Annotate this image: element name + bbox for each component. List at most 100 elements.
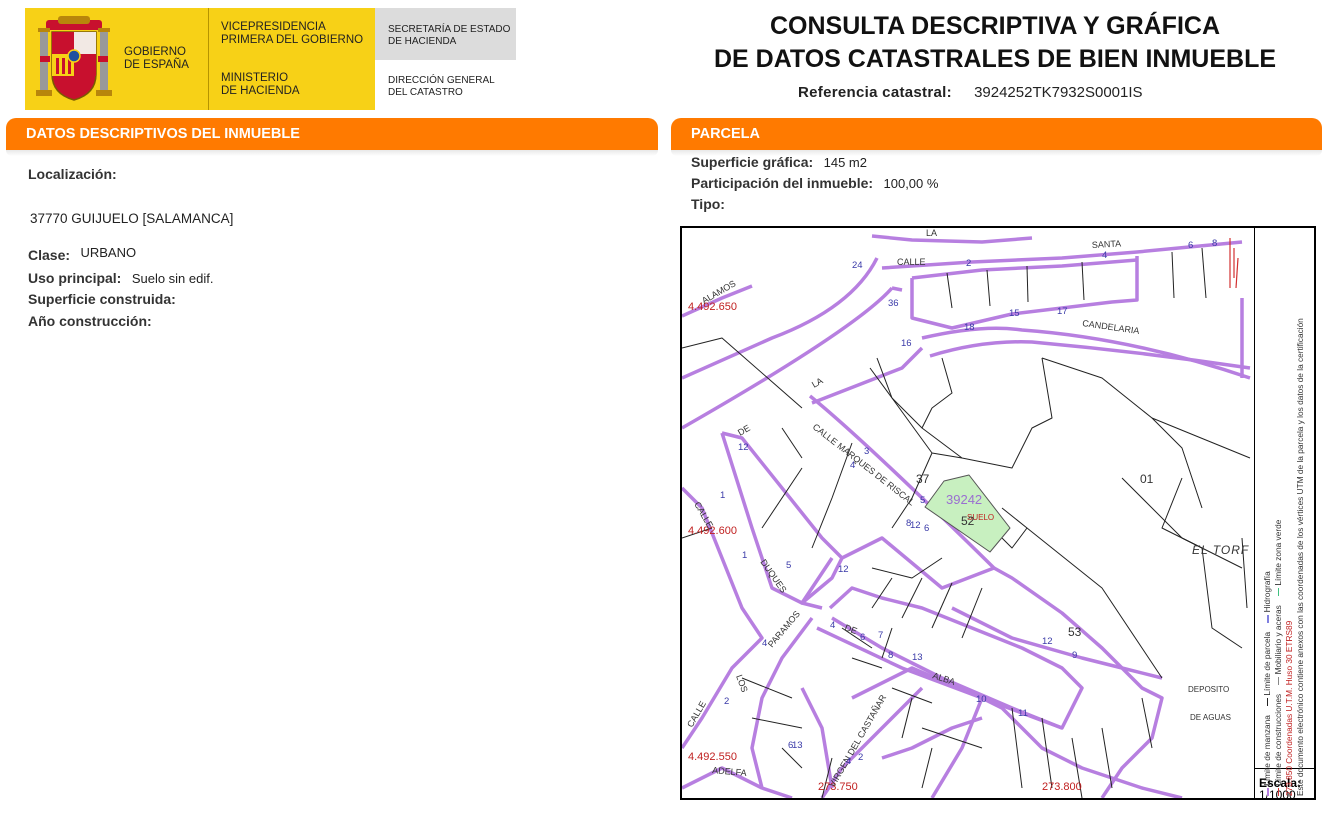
- house-number: 5: [786, 560, 791, 571]
- map-legend: Límite de manzana Límite de parcela Hidr…: [1262, 318, 1306, 796]
- uso-row: Uso principal: Suelo sin edif.: [28, 270, 213, 288]
- legend-disclaimer: Este documento electrónico contiene anex…: [1295, 318, 1305, 796]
- utm-x-2: 273.800: [1042, 781, 1082, 793]
- house-number: 8: [1212, 238, 1217, 249]
- vicepresidencia-line1: VICEPRESIDENCIA: [221, 21, 326, 33]
- house-number: 36: [888, 298, 899, 309]
- legend-hidrografia: Hidrografía: [1262, 571, 1272, 613]
- secretaria-line1: SECRETARÍA DE ESTADO: [388, 24, 511, 35]
- parcela-swatch: [1267, 697, 1269, 706]
- legend-coords: 273.850 Coordenadas U.T.M. Huso 30 ETRS8…: [1284, 620, 1294, 796]
- house-number: 12: [838, 564, 849, 575]
- house-number: 6: [924, 523, 929, 534]
- house-number: 1: [720, 490, 725, 501]
- house-number: 12: [910, 520, 921, 531]
- street-adelfa: ADELFA: [712, 765, 747, 778]
- vicepresidencia-label: VICEPRESIDENCIA PRIMERA DEL GOBIERNO: [221, 21, 363, 47]
- street-la-top: LA: [926, 228, 937, 238]
- house-number: 9: [1072, 650, 1077, 661]
- house-number: 13: [912, 652, 923, 663]
- block-number-52: 52: [961, 514, 975, 528]
- house-number: 12: [738, 442, 749, 453]
- street-marques-de-riscal: CALLE MARQUES DE RISCAL: [811, 422, 917, 508]
- zona-verde-swatch: [1278, 587, 1280, 596]
- clase-value: URBANO: [80, 245, 137, 260]
- house-number: 4: [846, 756, 851, 767]
- title-line1: CONSULTA DESCRIPTIVA Y GRÁFICA: [769, 12, 1221, 40]
- house-number: 10: [976, 694, 987, 705]
- parcel-ref-label: 39242: [946, 492, 982, 507]
- house-number: 13: [792, 740, 803, 751]
- house-number: 7: [878, 630, 883, 641]
- manzana-swatch: [1266, 788, 1269, 796]
- legend-limite-construcciones: Límite de construcciones: [1273, 693, 1283, 786]
- house-number: 2: [858, 752, 863, 763]
- block-number-53: 53: [1068, 625, 1082, 639]
- anio-label: Año construcción:: [28, 313, 152, 329]
- direccion-label: DIRECCIÓN GENERAL DEL CATASTRO: [388, 75, 495, 99]
- house-number: 8: [888, 650, 893, 661]
- cadastral-map-drawing[interactable]: 4.492.650 4.492.600 4.492.550 273.750 27…: [682, 228, 1254, 798]
- house-number: 3: [864, 446, 869, 457]
- house-number: 17: [1057, 306, 1068, 317]
- gobierno-label: GOBIERNO DE ESPAÑA: [124, 46, 189, 72]
- participacion-label: Participación del inmueble:: [691, 175, 874, 191]
- ministerio-label: MINISTERIO DE HACIENDA: [221, 72, 300, 98]
- street-candelaria: CANDELARIA: [1082, 318, 1140, 336]
- secretaria-label: SECRETARÍA DE ESTADO DE HACIENDA: [388, 24, 510, 48]
- house-number: 15: [1009, 308, 1020, 319]
- logo-divider: [208, 8, 209, 110]
- title-line2: DE DATOS CATASTRALES DE BIEN INMUEBLE: [713, 45, 1277, 73]
- house-number: 4: [1102, 250, 1107, 261]
- mobiliario-swatch: [1278, 676, 1280, 685]
- uso-value: Suelo sin edif.: [131, 271, 214, 286]
- house-number: 16: [901, 338, 912, 349]
- house-number: 24: [852, 260, 863, 271]
- utm-y-2: 4.492.600: [688, 525, 737, 537]
- uso-label: Uso principal:: [28, 270, 122, 286]
- participacion-row: Participación del inmueble: 100,00 %: [691, 175, 938, 193]
- legend-mobiliario: Mobiliario y aceras: [1273, 605, 1283, 675]
- house-number: 11: [1018, 708, 1028, 719]
- street-los: LOS: [734, 673, 750, 693]
- construcciones-swatch: [1278, 788, 1280, 796]
- legend-limite-manzana: Límite de manzana: [1262, 715, 1272, 786]
- house-number: 18: [964, 322, 975, 333]
- ministerio-line1: MINISTERIO: [221, 72, 289, 84]
- gobierno-line1: GOBIERNO: [124, 46, 186, 58]
- descriptivos-header: DATOS DESCRIPTIVOS DEL INMUEBLE: [6, 118, 658, 150]
- house-number: 1: [742, 550, 747, 561]
- secretaria-line2: DE HACIENDA: [388, 36, 457, 47]
- superficie-grafica-row: Superficie gráfica: 145 m2: [691, 154, 867, 172]
- house-number: 4: [850, 460, 855, 471]
- anio-row: Año construcción:: [28, 313, 158, 331]
- street-santa: SANTA: [1092, 238, 1122, 250]
- street-virgen-del-castanar: VIRGEN DEL CASTAÑAR: [827, 693, 888, 789]
- house-number: 12: [1042, 636, 1053, 647]
- superficie-label: Superficie construida:: [28, 291, 176, 307]
- house-number: 4: [830, 620, 835, 631]
- vicepresidencia-line2: PRIMERA DEL GOBIERNO: [221, 34, 364, 46]
- block-number-01: 01: [1140, 472, 1154, 486]
- clase-label: Clase:: [28, 247, 71, 263]
- street-la: LA: [810, 376, 825, 390]
- house-number: 2: [966, 258, 971, 269]
- legend-divider: [1254, 228, 1255, 798]
- house-number: 5: [920, 495, 925, 506]
- utm-y-3: 4.492.550: [688, 751, 737, 763]
- legend-limite-parcela: Límite de parcela: [1262, 631, 1272, 696]
- tipo-row: Tipo:: [691, 196, 731, 214]
- ministerio-line2: DE HACIENDA: [221, 85, 300, 97]
- localizacion-label: Localización:: [28, 166, 117, 182]
- place-de-aguas: DE AGUAS: [1190, 713, 1231, 722]
- page-title: CONSULTA DESCRIPTIVA Y GRÁFICA DE DATOS …: [700, 10, 1290, 76]
- direccion-line2: DEL CATASTRO: [388, 87, 463, 98]
- coat-of-arms-icon: [36, 16, 112, 101]
- ref-value: 3924252TK7932S0001IS: [974, 84, 1143, 101]
- superficie-row: Superficie construida:: [28, 291, 182, 309]
- tipo-label: Tipo:: [691, 196, 725, 212]
- street-paramos: PARAMOS: [766, 609, 802, 649]
- direccion-line1: DIRECCIÓN GENERAL: [388, 75, 495, 86]
- ref-label: Referencia catastral:: [798, 84, 952, 101]
- street-calle: CALLE: [897, 257, 926, 267]
